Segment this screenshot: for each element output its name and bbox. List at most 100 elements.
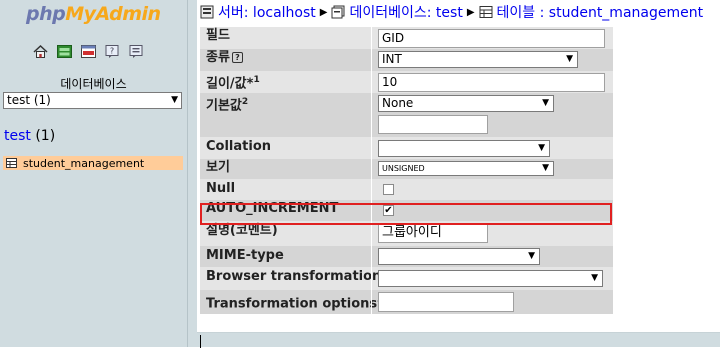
help-icon[interactable]: ?: [231, 52, 243, 63]
home-icon[interactable]: [33, 44, 48, 59]
column-divider: [371, 93, 372, 137]
collation-select[interactable]: ▼: [378, 140, 550, 157]
database-label: 데이터베이스: [60, 77, 127, 91]
type-select[interactable]: INT ▼: [378, 51, 578, 68]
text-cursor: [200, 335, 201, 348]
column-divider: [371, 246, 372, 267]
bottom-bar: [197, 332, 720, 348]
type-label: 종류?: [200, 49, 370, 71]
length-footnote: 1: [253, 75, 260, 85]
svg-text:?: ?: [110, 47, 114, 56]
null-label: Null: [206, 181, 236, 196]
column-divider: [371, 137, 372, 159]
docs-icon[interactable]: [129, 44, 144, 59]
column-divider: [371, 290, 372, 314]
default-select[interactable]: None ▼: [378, 95, 554, 112]
type-label-text: 종류: [206, 50, 230, 65]
attributes-row: 보기 UNSIGNED ▼: [200, 159, 613, 179]
breadcrumb-database[interactable]: 데이터베이스: test: [349, 2, 462, 22]
auto-increment-highlight-box: [200, 203, 612, 225]
browser-transformation-cell: ▼: [378, 267, 613, 290]
length-input[interactable]: 10: [378, 73, 605, 92]
attributes-select[interactable]: UNSIGNED ▼: [378, 161, 554, 176]
attributes-cell: UNSIGNED ▼: [378, 159, 613, 179]
default-label: 기본값2: [200, 93, 370, 137]
phpmyadmin-logo[interactable]: phpMyAdmin: [26, 3, 161, 25]
collation-row: Collation ▼: [200, 137, 613, 159]
logo-php-text: php: [26, 3, 66, 25]
chevron-down-icon: ▼: [171, 95, 178, 105]
mime-type-label: MIME-type: [206, 248, 284, 263]
field-name-label: 필드: [206, 28, 230, 43]
chevron-down-icon: ▼: [542, 163, 549, 173]
table-icon: [479, 6, 493, 18]
type-select-value: INT: [382, 52, 402, 66]
server-icon: [200, 5, 214, 19]
database-select-value: test (1): [7, 93, 51, 107]
field-name-value: GID: [382, 31, 405, 45]
column-divider: [371, 179, 372, 200]
breadcrumb-server[interactable]: 서버: localhost: [218, 2, 316, 22]
transformation-options-cell: [378, 290, 613, 314]
length-label: 길이/값*1: [200, 71, 370, 93]
default-cell: None ▼: [378, 93, 613, 137]
chevron-down-icon: ▼: [542, 98, 549, 108]
transformation-options-label: Transformation options3: [200, 290, 383, 314]
length-cell: 10: [378, 71, 613, 93]
breadcrumb-table[interactable]: 테이블 : student_management: [497, 2, 704, 22]
navigation-frame: phpMyAdmin ? 데이터베이스 test (1) ▼ test (1) …: [0, 0, 187, 347]
column-divider: [371, 27, 372, 49]
length-label-text: 길이/값*: [206, 76, 254, 92]
length-row: 길이/값*1 10: [200, 71, 613, 93]
database-link[interactable]: test (1): [4, 128, 55, 144]
chevron-down-icon: ▼: [566, 54, 573, 64]
database-select[interactable]: test (1) ▼: [3, 92, 182, 109]
sidebar-table-item[interactable]: student_management: [3, 156, 183, 170]
default-value-input[interactable]: [378, 115, 488, 134]
mime-type-cell: ▼: [378, 246, 613, 267]
default-row: 기본값2 None ▼: [200, 93, 613, 137]
transformation-options-row: Transformation options3: [200, 290, 613, 314]
field-name-input[interactable]: GID: [378, 29, 605, 48]
null-checkbox[interactable]: [383, 184, 394, 195]
default-select-value: None: [382, 96, 414, 110]
frame-divider[interactable]: [187, 0, 197, 347]
field-edit-table: 필드 GID 종류? INT ▼ 길이/값*1 10 기본값2 None ▼ Col…: [200, 27, 715, 314]
collation-label: Collation: [206, 139, 272, 154]
sidebar-table-name: student_management: [23, 156, 145, 170]
chevron-down-icon: ▼: [538, 143, 545, 153]
length-value: 10: [382, 75, 398, 89]
browser-transformation-select[interactable]: ▼: [378, 270, 603, 287]
collation-cell: ▼: [378, 137, 613, 159]
mime-type-row: MIME-type ▼: [200, 246, 613, 267]
type-cell: INT ▼: [378, 49, 613, 71]
field-name-cell: GID: [378, 27, 613, 49]
breadcrumb-separator-icon: ▶: [466, 6, 475, 18]
query-window-icon[interactable]: ?: [105, 44, 120, 59]
transformation-options-label-text: Transformation options: [206, 296, 378, 312]
null-row: Null: [200, 179, 613, 200]
browser-transformation-label: Browser transformation: [206, 269, 382, 284]
database-link-name: test: [4, 128, 31, 144]
type-row: 종류? INT ▼: [200, 49, 613, 71]
mime-type-select[interactable]: ▼: [378, 248, 540, 265]
column-divider: [371, 159, 372, 179]
nav-icon-bar: ?: [33, 44, 144, 60]
comment-value: 그룹아이디: [382, 225, 442, 240]
default-footnote: 2: [241, 97, 249, 107]
comment-input[interactable]: 그룹아이디: [378, 223, 488, 243]
default-label-text: 기본값: [206, 98, 242, 114]
breadcrumb-separator-icon: ▶: [319, 6, 328, 18]
chevron-down-icon: ▼: [591, 273, 598, 283]
browser-transformation-row: Browser transformation ▼: [200, 267, 613, 290]
exit-icon[interactable]: [57, 44, 72, 59]
attributes-select-value: UNSIGNED: [382, 164, 425, 173]
table-icon: [6, 158, 17, 168]
database-icon: [331, 5, 345, 19]
logo-myadmin-text: MyAdmin: [65, 3, 161, 25]
transformation-options-input[interactable]: [378, 292, 514, 312]
column-divider: [371, 71, 372, 93]
sql-icon[interactable]: [81, 44, 96, 59]
column-divider: [371, 267, 372, 290]
null-cell: [378, 179, 613, 200]
